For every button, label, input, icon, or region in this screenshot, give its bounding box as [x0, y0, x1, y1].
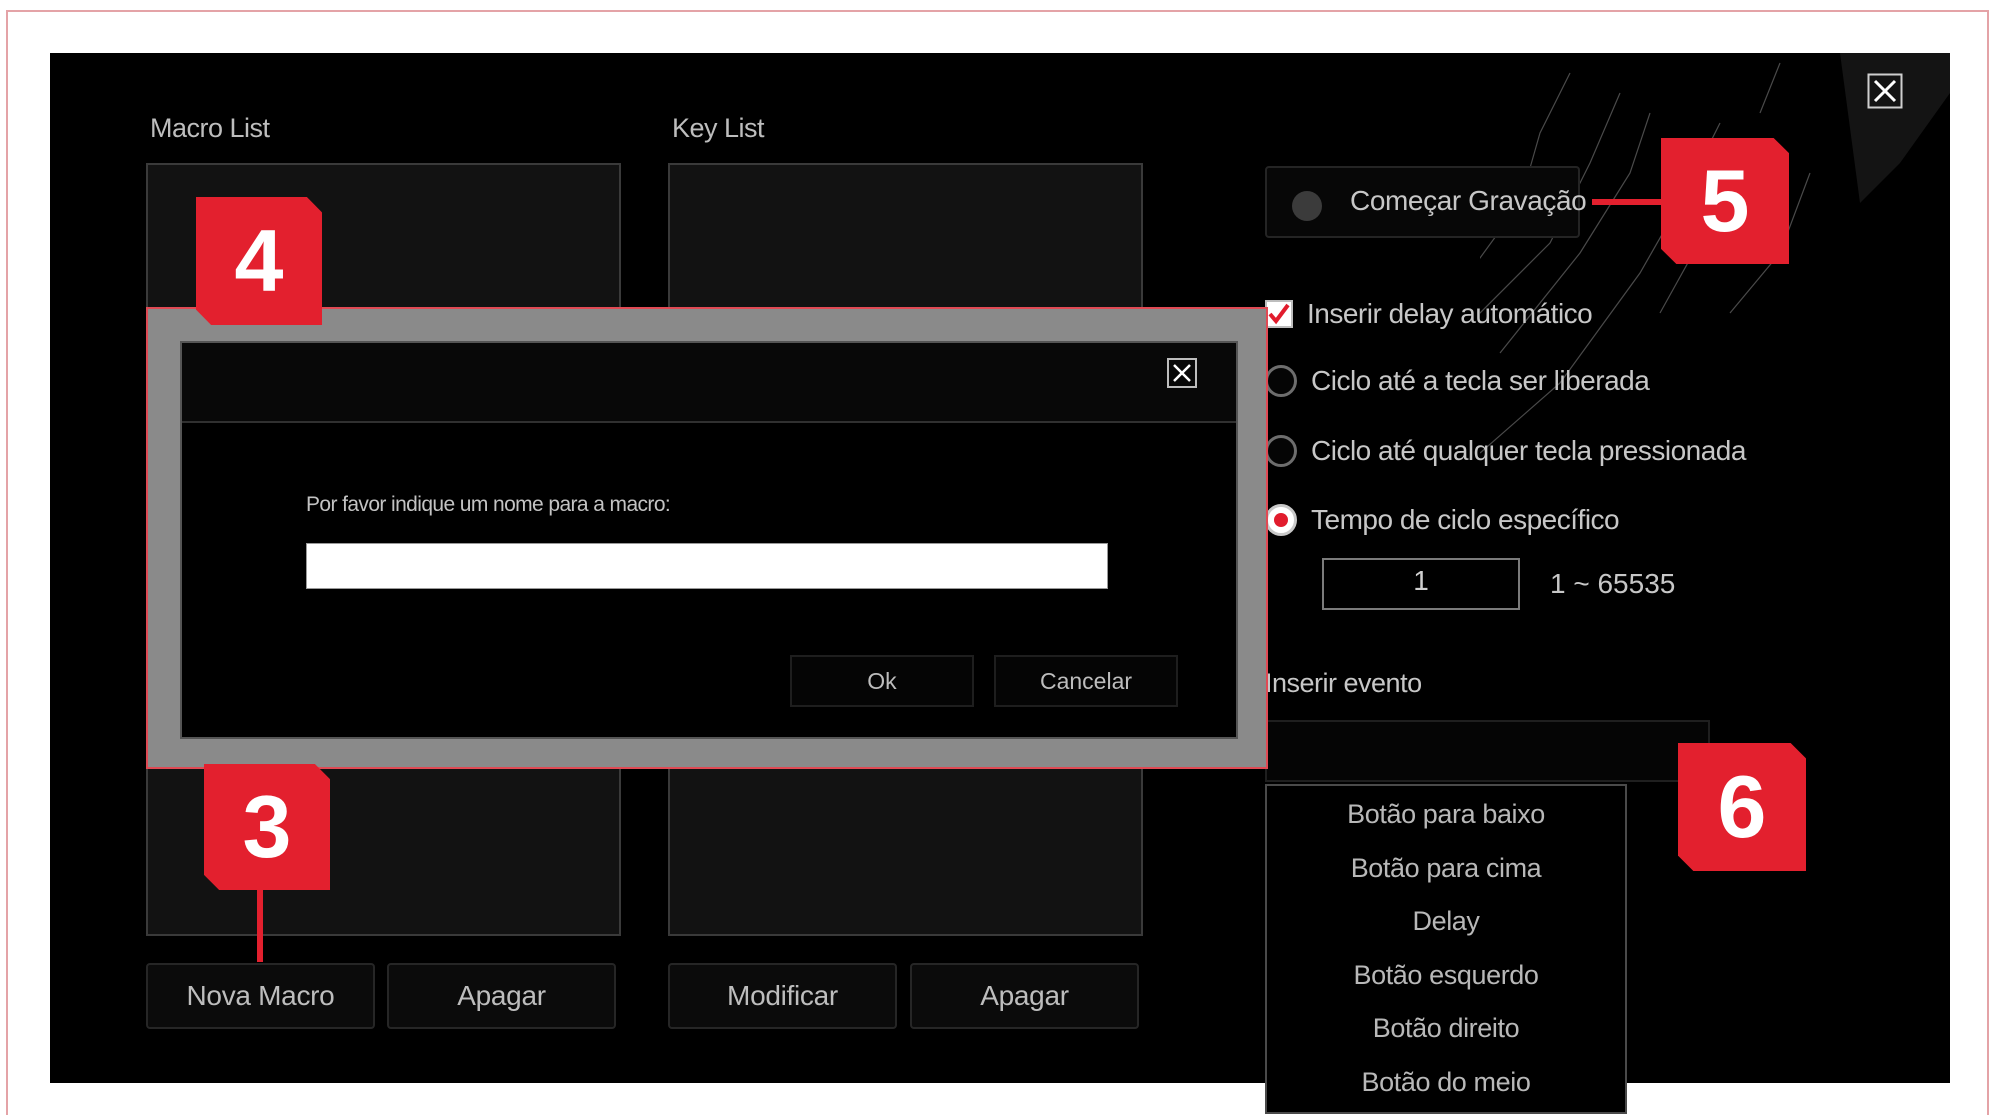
- macro-name-input[interactable]: [306, 543, 1108, 589]
- start-recording-button[interactable]: Começar Gravação: [1265, 166, 1587, 238]
- macro-name-dialog: Por favor indique um nome para a macro: …: [180, 341, 1238, 739]
- radio-icon[interactable]: [1265, 365, 1297, 397]
- insert-event-dropdown: Botão para baixo Botão para cima Delay B…: [1265, 784, 1627, 1114]
- loop-specific-label: Tempo de ciclo específico: [1311, 504, 1620, 535]
- start-recording-label: Começar Gravação: [1350, 185, 1587, 216]
- dropdown-item[interactable]: Botão esquerdo: [1267, 949, 1625, 1003]
- delete-macro-button[interactable]: Apagar: [387, 963, 616, 1029]
- delete-key-button[interactable]: Apagar: [910, 963, 1139, 1029]
- close-icon: [1167, 358, 1197, 388]
- auto-delay-option[interactable]: Inserir delay automático: [1265, 298, 1593, 330]
- cycle-range-label: 1 ~ 65535: [1550, 568, 1676, 599]
- callout-3: 3: [204, 764, 330, 890]
- record-dot-icon: [1292, 191, 1322, 221]
- new-macro-button[interactable]: Nova Macro: [146, 963, 375, 1029]
- ok-button[interactable]: Ok: [790, 655, 974, 707]
- loop-until-release-label: Ciclo até a tecla ser liberada: [1311, 365, 1650, 396]
- radio-icon[interactable]: [1265, 435, 1297, 467]
- modify-key-button[interactable]: Modificar: [668, 963, 897, 1029]
- dropdown-item[interactable]: Botão direito: [1267, 1002, 1625, 1056]
- loop-until-any-key-option[interactable]: Ciclo até qualquer tecla pressionada: [1265, 435, 1746, 467]
- insert-event-label: Inserir evento: [1265, 668, 1422, 698]
- close-icon: [1867, 73, 1903, 109]
- callout-6: 6: [1678, 743, 1806, 871]
- auto-delay-label: Inserir delay automático: [1307, 298, 1593, 329]
- callout-3-connector: [257, 880, 263, 962]
- window-close-button[interactable]: [1865, 71, 1905, 111]
- dropdown-item[interactable]: Botão para cima: [1267, 842, 1625, 896]
- callout-5: 5: [1661, 138, 1789, 264]
- callout-5-connector: [1592, 199, 1664, 205]
- dropdown-item[interactable]: Botão do meio: [1267, 1056, 1625, 1110]
- macro-list-label: Macro List: [150, 113, 270, 143]
- insert-event-select[interactable]: [1265, 720, 1710, 782]
- dropdown-item[interactable]: Delay: [1267, 895, 1625, 949]
- loop-until-release-option[interactable]: Ciclo até a tecla ser liberada: [1265, 365, 1650, 397]
- macro-name-dialog-frame: Por favor indique um nome para a macro: …: [146, 307, 1268, 769]
- dialog-close-button[interactable]: [1166, 357, 1198, 389]
- radio-icon[interactable]: [1265, 504, 1297, 536]
- loop-specific-option[interactable]: Tempo de ciclo específico: [1265, 504, 1620, 536]
- dropdown-item[interactable]: Botão para baixo: [1267, 788, 1625, 842]
- dialog-titlebar: [182, 343, 1236, 423]
- cycle-count-input[interactable]: [1322, 558, 1520, 610]
- auto-delay-checkbox[interactable]: [1265, 300, 1293, 328]
- checkmark-icon: [1268, 303, 1290, 325]
- loop-until-any-key-label: Ciclo até qualquer tecla pressionada: [1311, 435, 1746, 466]
- key-list-label: Key List: [672, 113, 765, 143]
- callout-4: 4: [196, 197, 322, 325]
- cancel-button[interactable]: Cancelar: [994, 655, 1178, 707]
- dialog-prompt: Por favor indique um nome para a macro:: [306, 493, 671, 516]
